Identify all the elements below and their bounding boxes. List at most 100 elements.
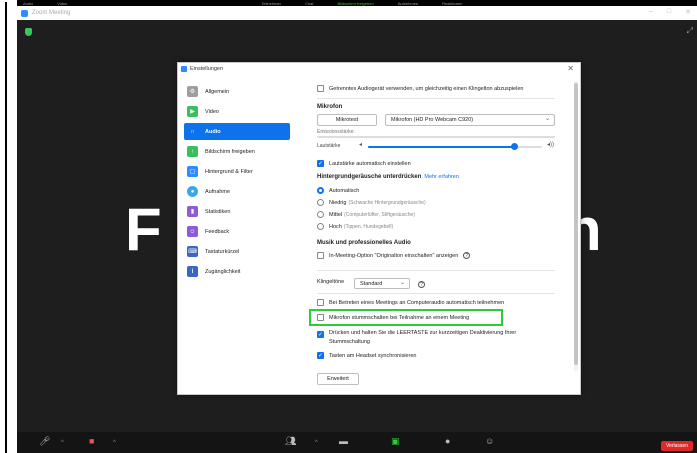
noise-radio-medium[interactable] — [317, 211, 324, 218]
chat-icon[interactable]: ▬ — [339, 436, 348, 446]
gear-icon: ⚙ — [187, 86, 198, 97]
emission-meter — [317, 136, 555, 138]
share-screen-icon[interactable]: ▣ — [391, 436, 400, 446]
topbar-item-share[interactable]: Bildschirm freigeben — [337, 1, 373, 6]
microphone-icon[interactable]: 🎤︎ — [39, 436, 50, 446]
sidebar-item-hintergrund[interactable]: ▢ Hintergrund & Filter — [184, 163, 290, 180]
topbar-item-participants[interactable]: Teilnehmer — [261, 1, 281, 6]
push-to-talk-row[interactable]: ✓ Drücken und halten Sie die LEERTASTE z… — [317, 329, 557, 347]
mic-device-select[interactable]: Mikrofon (HD Pro Webcam C920) ⌄ — [385, 114, 555, 126]
noise-option-automatic[interactable]: Automatisch — [317, 187, 359, 194]
sync-headset-row[interactable]: ✓ Tasten am Headset synchronisieren — [317, 352, 416, 359]
accessibility-icon: i — [187, 266, 198, 277]
ringtone-label: Klingeltöne — [317, 279, 345, 285]
mic-device-value: Mikrofon (HD Pro Webcam C920) — [391, 117, 474, 123]
statistics-icon: ▮ — [187, 206, 198, 217]
separate-device-checkbox[interactable] — [317, 85, 324, 92]
noise-radio-automatic[interactable] — [317, 187, 324, 194]
music-header: Musik und professionelles Audio — [317, 240, 411, 246]
video-options-chevron-icon[interactable]: ^ — [113, 438, 116, 448]
volume-slider-handle[interactable] — [510, 143, 518, 150]
sidebar-item-label: Feedback — [205, 228, 230, 235]
volume-slider-fill — [368, 146, 515, 148]
scrollbar-thumb[interactable] — [574, 83, 578, 365]
original-sound-checkbox[interactable] — [317, 252, 324, 259]
headphones-icon: ∩ — [187, 126, 198, 137]
learn-more-link[interactable]: Mehr erfahren — [424, 174, 459, 180]
ringtone-row: Klingeltöne — [317, 279, 344, 285]
record-icon[interactable]: ● — [445, 436, 450, 446]
participants-chevron-icon[interactable]: ^ — [315, 438, 318, 448]
noise-radio-low[interactable] — [317, 199, 324, 206]
topbar-item-chat[interactable]: Chat — [305, 1, 313, 6]
fullscreen-icon[interactable]: ⤢ — [687, 26, 693, 36]
audio-options-chevron-icon[interactable]: ^ — [61, 438, 64, 448]
noise-radio-high[interactable] — [317, 223, 324, 230]
noise-option-medium[interactable]: Mittel (Computerlüfter, Stiftgeräusche) — [317, 211, 415, 218]
sidebar-item-allgemein[interactable]: ⚙ Allgemein — [184, 83, 290, 100]
participants-icon[interactable]: 👥︎ — [285, 436, 296, 446]
sidebar-item-label: Zugänglichkeit — [205, 268, 241, 275]
topbar-item-reactions[interactable]: Reaktionen — [442, 1, 462, 6]
settings-titlebar: Einstellungen — [178, 63, 580, 75]
divider — [317, 293, 555, 294]
left-border-line — [5, 2, 7, 453]
feedback-icon: ☺ — [187, 226, 198, 237]
noise-option-label: Mittel — [329, 211, 343, 218]
window-close-icon[interactable]: ✕ — [685, 8, 691, 16]
window-title: Zoom Meeting — [32, 10, 71, 16]
reactions-icon[interactable]: ☺ — [485, 436, 494, 446]
volume-label: Lautstärke — [317, 143, 341, 149]
video-caption-left: F — [125, 196, 162, 263]
topbar-item-record[interactable]: Aufnehmen — [398, 1, 418, 6]
video-off-icon[interactable]: ■ — [89, 436, 94, 446]
original-sound-row[interactable]: In-Meeting-Option "Originalton einschalt… — [317, 252, 471, 259]
auto-volume-row[interactable]: ✓ Lautstärke automatisch einstellen — [317, 160, 411, 167]
close-icon[interactable]: ✕ — [567, 64, 574, 73]
sidebar-item-audio[interactable]: ∩ Audio — [184, 123, 290, 140]
auto-join-audio-checkbox[interactable] — [317, 299, 324, 306]
sidebar-item-aufnahme[interactable]: ● Aufnahme — [184, 183, 290, 200]
keyboard-icon: ⌨ — [187, 246, 198, 257]
ringtone-select[interactable]: Standard ⌄ — [354, 278, 410, 289]
noise-option-high[interactable]: Hoch (Tippen, Hundegebell) — [317, 223, 393, 230]
sync-headset-checkbox[interactable]: ✓ — [317, 352, 324, 359]
separate-device-label: Getrenntes Audiogerät verwenden, um glei… — [329, 85, 524, 92]
minimize-icon[interactable]: – — [649, 8, 653, 16]
sidebar-item-label: Hintergrund & Filter — [205, 168, 253, 175]
sidebar-item-video[interactable]: ▶ Video — [184, 103, 290, 120]
help-icon[interactable]: ? — [463, 252, 471, 259]
sidebar-item-zugaenglichkeit[interactable]: i Zugänglichkeit — [184, 263, 290, 280]
settings-title: Einstellungen — [190, 66, 224, 72]
sidebar-item-tastaturkuerzel[interactable]: ⌨ Tastaturkürzel — [184, 243, 290, 260]
noise-option-low[interactable]: Niedrig (Schwache Hintergrundgeräusche) — [317, 199, 426, 206]
push-to-talk-checkbox[interactable]: ✓ — [317, 331, 324, 338]
topbar-item-video[interactable]: Video — [57, 1, 67, 6]
auto-volume-checkbox[interactable]: ✓ — [317, 160, 324, 167]
highlight-box — [309, 309, 503, 326]
sidebar-item-bildschirm[interactable]: ↑ Bildschirm freigeben — [184, 143, 290, 160]
ringtone-help-icon[interactable]: ? — [418, 281, 425, 288]
maximize-icon[interactable]: □ — [667, 8, 671, 16]
security-shield-icon[interactable] — [25, 28, 32, 36]
auto-volume-label: Lautstärke automatisch einstellen — [329, 160, 411, 167]
sidebar-item-label: Tastaturkürzel — [205, 248, 240, 255]
video-icon: ▶ — [187, 106, 198, 117]
sidebar-item-label: Aufnahme — [205, 188, 231, 195]
separate-device-row[interactable]: Getrenntes Audiogerät verwenden, um glei… — [317, 85, 523, 92]
leave-meeting-button[interactable]: Verlassen — [661, 441, 693, 451]
ringtone-value: Standard — [360, 280, 383, 287]
sidebar-item-feedback[interactable]: ☺ Feedback — [184, 223, 290, 240]
sidebar-item-label: Bildschirm freigeben — [205, 148, 255, 155]
original-sound-label: In-Meeting-Option "Originalton einschalt… — [329, 252, 459, 259]
advanced-button[interactable]: Erweitert — [317, 373, 359, 385]
sync-headset-label: Tasten am Headset synchronisieren — [329, 352, 417, 359]
mic-test-button[interactable]: Mikrotest — [317, 114, 377, 126]
auto-join-audio-row[interactable]: Bei Betreten eines Meetings an Computera… — [317, 299, 504, 306]
topbar-item-audio[interactable]: Audio — [23, 1, 33, 6]
noise-option-hint: (Schwache Hintergrundgeräusche) — [348, 199, 426, 206]
settings-sidebar: ⚙ Allgemein ▶ Video ∩ Audio ↑ Bildschirm fre… — [184, 83, 290, 283]
sidebar-item-statistiken[interactable]: ▮ Statistiken — [184, 203, 290, 220]
settings-scrollbar[interactable] — [574, 81, 578, 371]
noise-option-hint: (Tippen, Hundegebell) — [343, 223, 394, 230]
